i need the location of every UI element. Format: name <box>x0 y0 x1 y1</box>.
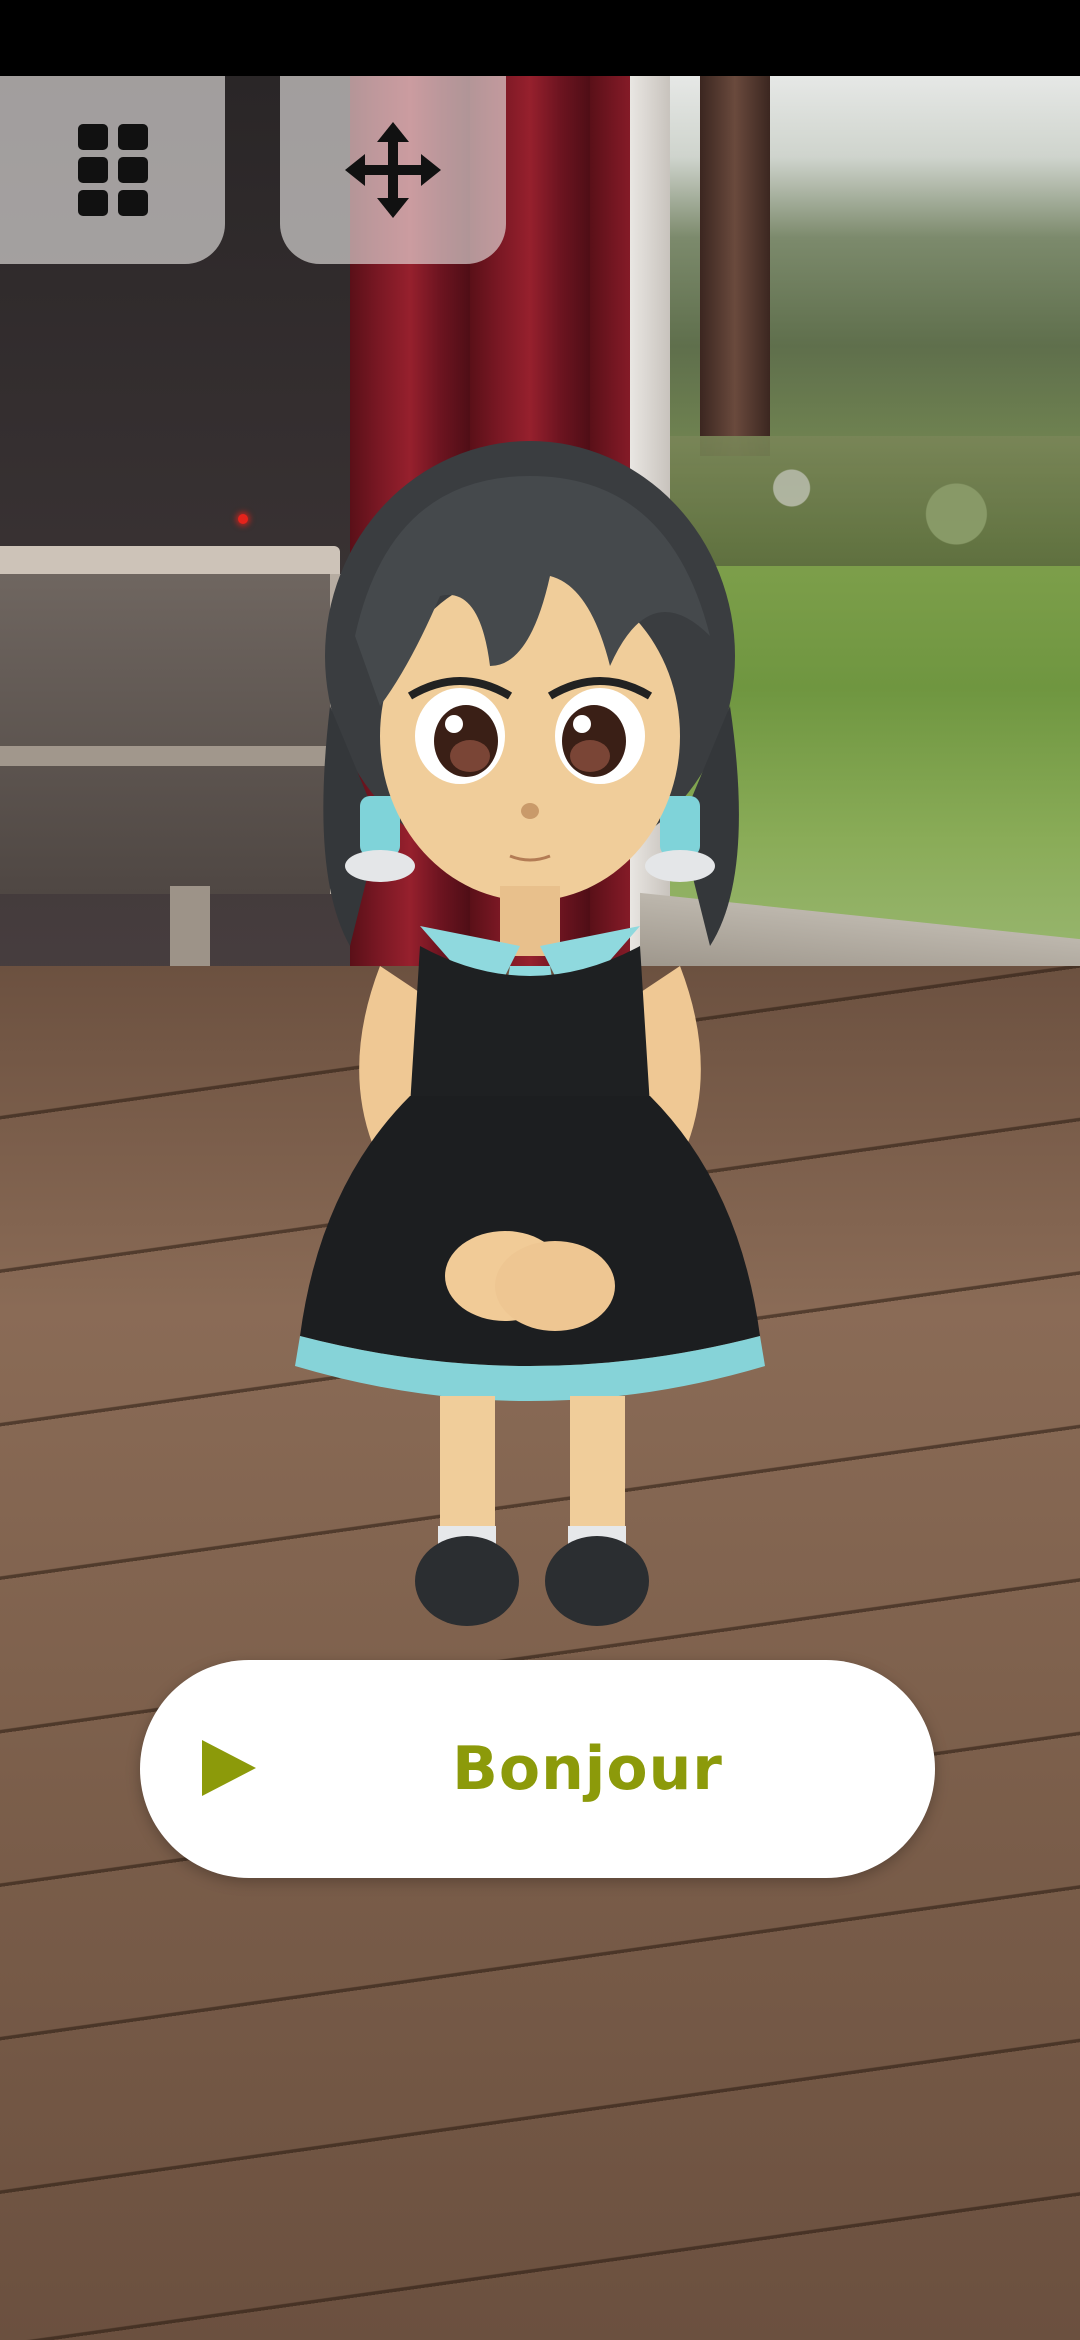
character-model[interactable] <box>270 406 790 1706</box>
menu-button[interactable] <box>0 76 225 264</box>
tree-trunk <box>700 76 770 456</box>
say-bonjour-button[interactable]: Bonjour <box>140 1660 935 1878</box>
play-icon <box>202 1740 256 1796</box>
grid-icon <box>77 124 148 216</box>
ar-camera-view[interactable] <box>0 76 1080 2340</box>
move-arrows-icon <box>345 122 441 218</box>
standby-light <box>238 514 248 524</box>
say-button-label: Bonjour <box>452 1734 723 1804</box>
status-bar <box>0 0 1080 76</box>
app-screen: Bonjour <box>0 0 1080 2340</box>
move-button[interactable] <box>280 76 506 264</box>
